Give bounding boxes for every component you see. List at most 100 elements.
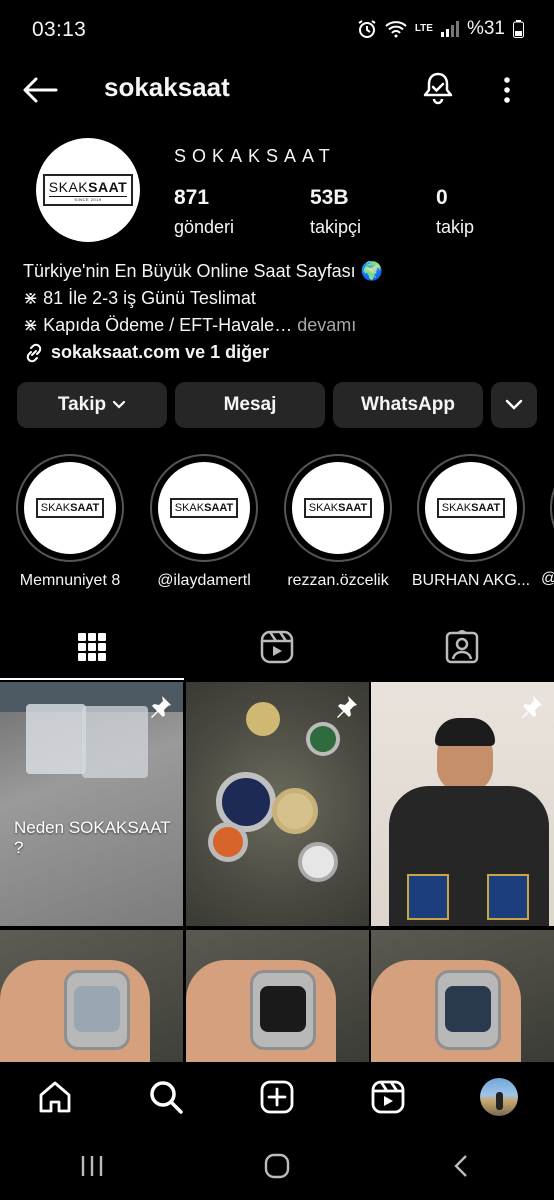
highlight-ring: SKAKSAAT <box>150 454 258 562</box>
tagged-icon <box>445 630 479 664</box>
tab-posts-grid[interactable] <box>0 614 184 680</box>
story-highlight[interactable]: SKAKSAAT BURHAN AKG... <box>412 454 530 590</box>
recent-apps-icon <box>82 1156 103 1176</box>
profile-header: sokaksaat <box>0 62 554 118</box>
whatsapp-button-label: WhatsApp <box>361 394 455 415</box>
home-circle-icon <box>264 1153 290 1179</box>
suggested-accounts-button[interactable] <box>491 382 537 428</box>
nav-profile[interactable] <box>469 1067 529 1127</box>
pin-icon <box>522 696 542 718</box>
home-button[interactable] <box>247 1141 307 1191</box>
nav-create[interactable] <box>247 1067 307 1127</box>
battery-icon <box>513 20 524 38</box>
nav-search[interactable] <box>136 1067 196 1127</box>
bio-link-text: sokaksaat.com ve 1 diğer <box>51 342 270 362</box>
stat-following[interactable]: 0 takip <box>436 186 474 238</box>
follow-button[interactable]: Takip <box>17 382 167 428</box>
follow-button-label: Takip <box>57 394 107 415</box>
bottom-navigation <box>0 1062 554 1132</box>
stat-following-label: takip <box>436 217 475 237</box>
arrow-left-icon <box>23 77 58 103</box>
chevron-down-icon <box>505 399 523 410</box>
post-thumbnail[interactable] <box>371 930 554 1062</box>
reels-icon <box>260 630 294 664</box>
back-button[interactable] <box>20 70 60 110</box>
link-icon <box>26 343 42 362</box>
back-system-button[interactable] <box>432 1141 492 1191</box>
nav-home[interactable] <box>25 1067 85 1127</box>
avatar <box>479 1078 518 1116</box>
logo-kak: KAK <box>58 179 89 195</box>
whatsapp-button[interactable]: WhatsApp <box>333 382 483 428</box>
highlight-logo: SKAKSAAT <box>158 462 250 554</box>
nav-reels[interactable] <box>358 1067 418 1127</box>
stat-posts-value: 871 <box>174 186 210 209</box>
battery-text: %31 <box>466 18 505 39</box>
signal-icon <box>440 21 459 37</box>
highlight-ring: SKAKSAAT <box>417 454 525 562</box>
recent-apps-button[interactable] <box>62 1141 122 1191</box>
post-thumbnail[interactable] <box>0 930 183 1062</box>
story-highlight-peek[interactable] <box>550 454 554 562</box>
stat-posts[interactable]: 871 gönderi <box>174 186 234 238</box>
logo-saat: SAAT <box>88 179 128 195</box>
post-thumbnail[interactable] <box>186 682 369 926</box>
stat-posts-label: gönderi <box>174 217 235 237</box>
more-options-button[interactable] <box>494 70 520 110</box>
post-thumbnail[interactable]: Neden SOKAKSAAT ? <box>0 682 183 926</box>
message-button[interactable]: Mesaj <box>175 382 325 428</box>
story-highlight[interactable]: SKAKSAAT rezzan.özcelik <box>284 454 392 590</box>
system-navigation <box>0 1132 554 1200</box>
profile-avatar[interactable]: SKAKSAAT SINCE 2019 <box>36 138 140 242</box>
plus-square-icon <box>260 1080 294 1114</box>
post-thumbnail[interactable] <box>371 682 554 926</box>
chevron-left-icon <box>453 1155 467 1177</box>
highlight-ring: SKAKSAAT <box>284 454 392 562</box>
story-highlight[interactable]: SKAKSAAT @ilaydamertl <box>150 454 258 590</box>
tab-tagged[interactable] <box>370 614 554 680</box>
post-caption: Neden SOKAKSAAT ? <box>14 818 171 857</box>
profile-bio: Türkiye'nin En Büyük Online Saat Sayfası… <box>23 258 543 366</box>
status-icons: LTE %31 <box>357 18 524 40</box>
logo-since: SINCE 2019 <box>48 196 128 202</box>
home-icon <box>39 1081 71 1113</box>
chevron-down-icon <box>113 400 126 409</box>
post-thumbnail[interactable] <box>186 930 369 1062</box>
stat-following-value: 0 <box>436 186 448 209</box>
pin-icon <box>151 696 171 718</box>
notifications-button[interactable] <box>418 68 458 108</box>
bio-more-link[interactable]: devamı <box>292 315 356 335</box>
highlight-logo: SKAKSAAT <box>425 462 517 554</box>
highlight-ring: SKAKSAAT <box>16 454 124 562</box>
status-bar: 03:13 LTE %31 <box>0 0 554 62</box>
bio-line-3-text: ⋇ Kapıda Ödeme / EFT-Havale… <box>23 315 293 335</box>
message-button-label: Mesaj <box>223 394 277 415</box>
status-time: 03:13 <box>32 18 87 41</box>
stat-followers-label: takipçi <box>310 217 362 237</box>
reels-icon <box>371 1080 405 1114</box>
story-highlight[interactable]: SKAKSAAT Memnuniyet 8 <box>16 454 124 590</box>
profile-display-name: SOKAKSAAT <box>174 146 336 166</box>
highlight-peek-label: @ <box>541 570 554 588</box>
pin-icon <box>337 696 357 718</box>
more-vertical-icon <box>504 77 510 103</box>
highlight-logo: SKAKSAAT <box>24 462 116 554</box>
highlight-logo: SKAKSAAT <box>292 462 384 554</box>
highlight-label: @ilaydamertl <box>157 572 251 589</box>
highlight-label: BURHAN AKG... <box>411 572 531 589</box>
search-icon <box>150 1081 183 1114</box>
stat-followers[interactable]: 53B takipçi <box>310 186 361 238</box>
tab-reels[interactable] <box>185 614 369 680</box>
highlight-label: rezzan.özcelik <box>287 572 389 589</box>
brand-logo: SKAKSAAT SINCE 2019 <box>42 174 134 206</box>
logo-s: S <box>48 179 59 195</box>
alarm-icon <box>357 19 377 39</box>
wifi-icon <box>385 20 407 38</box>
bio-link[interactable]: sokaksaat.com ve 1 diğer <box>23 339 543 366</box>
bio-line-1: Türkiye'nin En Büyük Online Saat Sayfası… <box>23 261 384 281</box>
volte-icon: LTE <box>414 23 433 34</box>
bio-line-2: ⋇ 81 İle 2-3 iş Günü Teslimat <box>23 288 256 308</box>
profile-handle: sokaksaat <box>104 72 230 102</box>
highlight-label: Memnuniyet 8 <box>19 572 121 589</box>
stat-followers-value: 53B <box>310 186 349 209</box>
